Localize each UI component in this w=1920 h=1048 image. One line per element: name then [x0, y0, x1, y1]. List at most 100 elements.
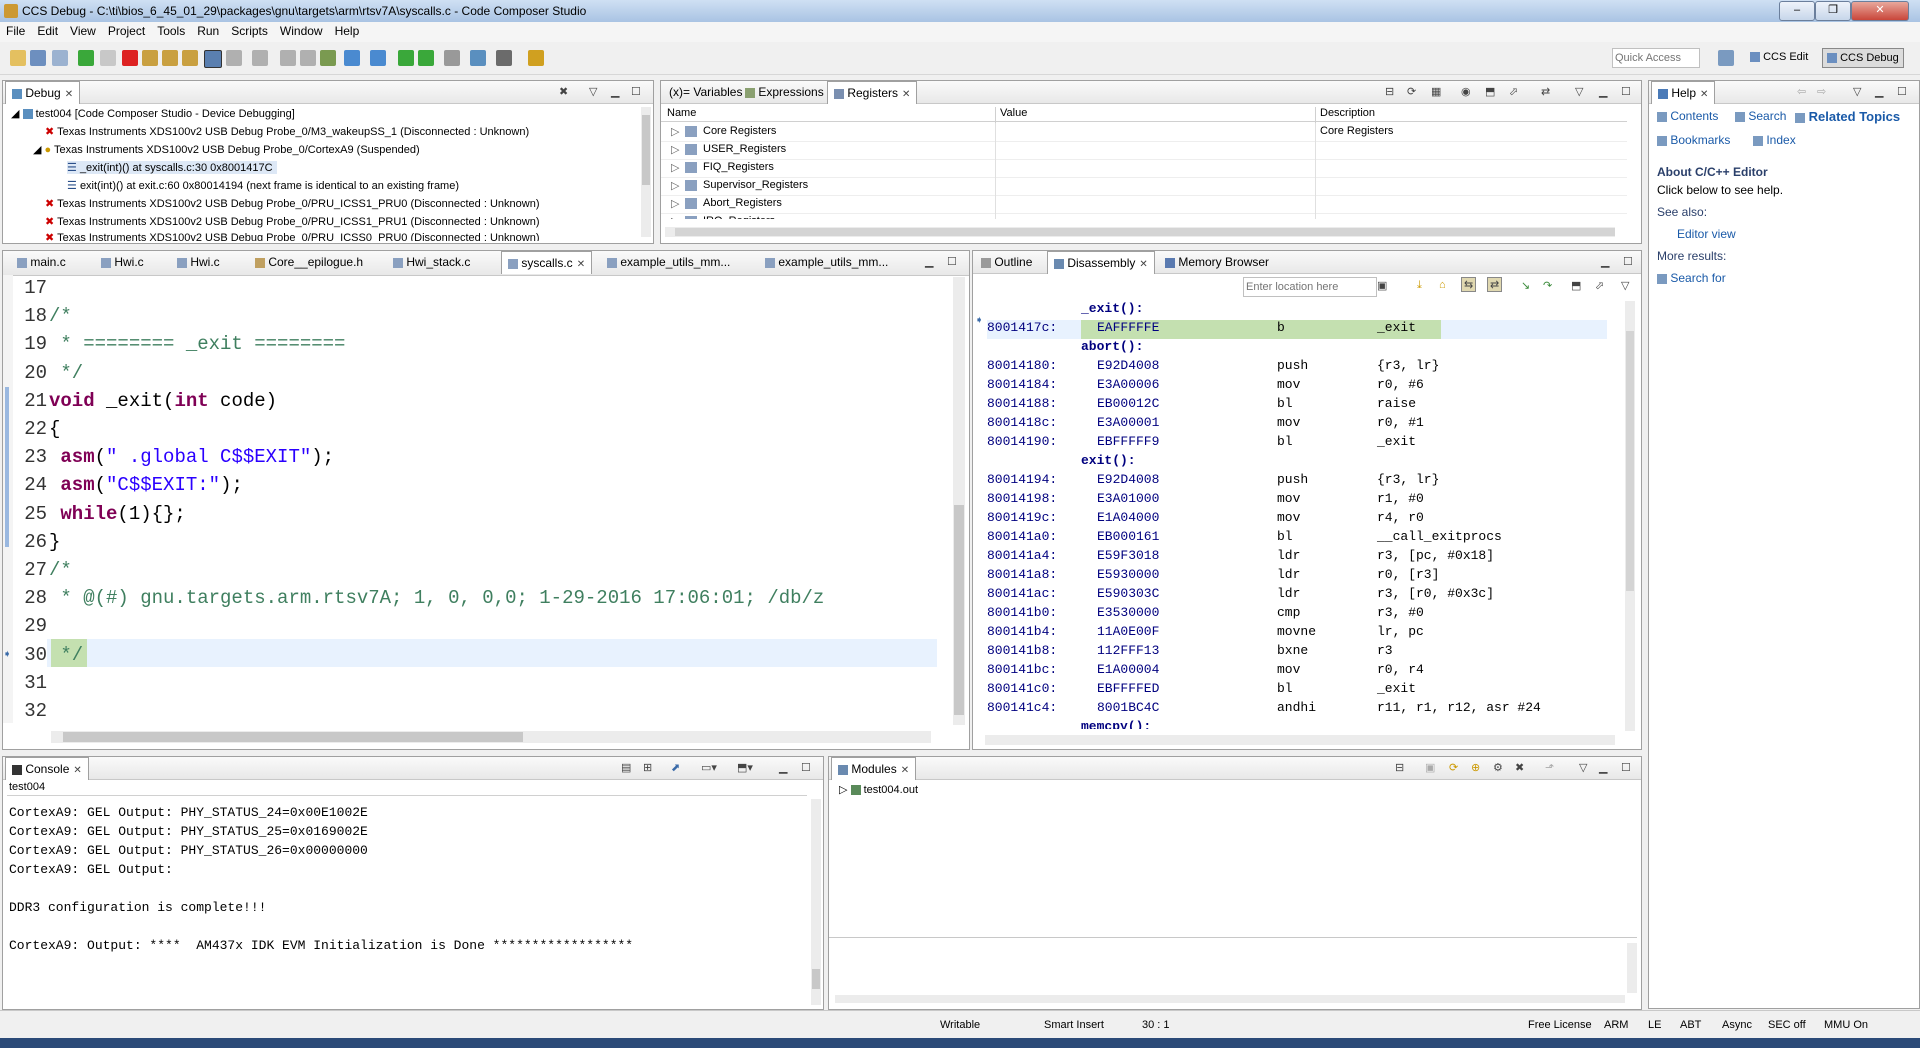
maximize-icon[interactable]: ☐: [631, 85, 641, 98]
register-value[interactable]: [995, 159, 1000, 177]
tab-variables[interactable]: (x)= Variables: [663, 81, 748, 103]
pin-icon[interactable]: ⬒: [1485, 85, 1495, 98]
refresh-icon[interactable]: ⟳: [1449, 761, 1458, 774]
console-scrollbar[interactable]: [811, 799, 821, 1005]
reset-icon[interactable]: [226, 50, 242, 66]
save-icon[interactable]: [30, 50, 46, 66]
resume-icon[interactable]: [78, 50, 94, 66]
scroll-thumb[interactable]: [812, 969, 820, 989]
tree-row[interactable]: ✖ Texas Instruments XDS100v2 USB Debug P…: [45, 231, 539, 241]
code-line[interactable]: 19 * ======== _exit ========: [13, 333, 345, 356]
console-output[interactable]: CortexA9: GEL Output: PHY_STATUS_24=0x00…: [3, 799, 803, 999]
menu-edit[interactable]: Edit: [31, 22, 64, 40]
step-over-icon[interactable]: [162, 50, 178, 66]
step-into-icon[interactable]: ↘: [1521, 279, 1530, 292]
tab-core-epilogue-h[interactable]: Core__epilogue.h: [249, 251, 369, 273]
suspend-icon[interactable]: [100, 50, 116, 66]
disasm-instruction[interactable]: 80014190: EBFFFFF9 bl _exit: [987, 434, 1607, 453]
maximize-icon[interactable]: ☐: [1621, 761, 1631, 774]
menu-tools[interactable]: Tools: [151, 22, 191, 40]
help-index-link[interactable]: Index: [1753, 133, 1796, 147]
register-value[interactable]: [995, 177, 1000, 195]
menu-help[interactable]: Help: [329, 22, 366, 40]
tree-row[interactable]: ✖ Texas Instruments XDS100v2 USB Debug P…: [45, 197, 539, 210]
format-icon[interactable]: ▦: [1431, 85, 1441, 98]
code-line[interactable]: 28 * @(#) gnu.targets.arm.rtsv7A; 1, 0, …: [13, 587, 824, 610]
scroll-lock-icon[interactable]: ⊞: [643, 761, 652, 774]
help-search-link[interactable]: Search: [1735, 109, 1786, 123]
view-menu-icon[interactable]: ▽: [1853, 85, 1861, 98]
editor-h-scrollbar[interactable]: [51, 731, 931, 743]
view-menu-icon[interactable]: ▽: [1579, 761, 1587, 774]
perspective-ccs-edit[interactable]: CCS Edit: [1746, 48, 1812, 66]
view-menu-icon[interactable]: ▽: [1621, 279, 1629, 292]
disasm-function-label[interactable]: _exit():: [987, 301, 1607, 320]
view-menu-icon[interactable]: ▽: [589, 85, 597, 98]
disasm-instruction[interactable]: 800141b0: E3530000 cmp r3, #0: [987, 605, 1607, 624]
disasm-current-instruction[interactable]: 8001417c: EAFFFFFE b _exit: [987, 320, 1607, 339]
tab-main-c[interactable]: main.c: [11, 251, 72, 273]
disasm-instruction[interactable]: 800141ac: E590303C ldr r3, [r0, #0x3c]: [987, 586, 1607, 605]
disasm-instruction[interactable]: 800141c0: EBFFFFED bl _exit: [987, 681, 1607, 700]
minimize-icon[interactable]: ▁: [1601, 255, 1609, 268]
column-description[interactable]: Description: [1315, 107, 1375, 123]
history-icon[interactable]: ▣: [1377, 279, 1387, 292]
help-search-for-link[interactable]: Search for: [1657, 271, 1726, 285]
collapse-all-icon[interactable]: ⊟: [1385, 85, 1394, 98]
step-into-asm-icon[interactable]: [398, 50, 414, 66]
disasm-instruction[interactable]: 80014184: E3A00006 mov r0, #6: [987, 377, 1607, 396]
column-name[interactable]: Name: [667, 107, 696, 119]
disasm-h-scrollbar[interactable]: [985, 735, 1615, 745]
terminate-icon[interactable]: [122, 50, 138, 66]
disasm-instruction[interactable]: 800141a8: E5930000 ldr r0, [r3]: [987, 567, 1607, 586]
tab-console[interactable]: Console ✕: [5, 757, 89, 780]
scroll-thumb[interactable]: [642, 115, 650, 185]
disasm-instruction[interactable]: 80014180: E92D4008 push {r3, lr}: [987, 358, 1607, 377]
minimize-icon[interactable]: ▁: [1875, 85, 1883, 98]
register-value[interactable]: [995, 195, 1000, 213]
add-icon[interactable]: ⊕: [1471, 761, 1480, 774]
scroll-thumb[interactable]: [63, 732, 523, 742]
maximize-icon[interactable]: ☐: [1897, 85, 1907, 98]
settings-icon[interactable]: ⚙: [1493, 761, 1503, 774]
minimize-icon[interactable]: ▁: [925, 255, 933, 268]
menu-view[interactable]: View: [64, 22, 102, 40]
refresh-icon[interactable]: ⟳: [1407, 85, 1416, 98]
code-line[interactable]: 17: [13, 277, 49, 300]
menu-run[interactable]: Run: [191, 22, 225, 40]
help-contents-link[interactable]: Contents: [1657, 109, 1718, 123]
collapse-icon[interactable]: ⊟: [1395, 761, 1404, 774]
help-related-topics-link[interactable]: Related Topics: [1795, 109, 1900, 124]
stack-frame[interactable]: ☰ exit(int)() at exit.c:60 0x80014194 (n…: [67, 179, 459, 192]
code-line[interactable]: 18/*: [13, 305, 72, 328]
code-line[interactable]: 20 */: [13, 362, 83, 385]
pin-icon[interactable]: [444, 50, 460, 66]
settings-icon[interactable]: [496, 50, 512, 66]
tree-row[interactable]: ◢ test004 [Code Composer Studio - Device…: [11, 107, 295, 120]
editor-v-scrollbar[interactable]: [953, 277, 965, 725]
new-view-icon[interactable]: ⬀: [1509, 85, 1518, 98]
tab-expressions[interactable]: Expressions: [739, 81, 830, 103]
disasm-instruction[interactable]: 800141bc: E1A00004 mov r0, r4: [987, 662, 1607, 681]
view-menu-icon[interactable]: ▽: [1575, 85, 1583, 98]
disasm-v-scrollbar[interactable]: [1625, 301, 1635, 731]
scrollbar[interactable]: [641, 107, 651, 237]
disasm-function-label[interactable]: abort():: [987, 339, 1607, 358]
load-program-icon[interactable]: [320, 50, 336, 66]
location-input[interactable]: [1243, 277, 1377, 297]
step-over-asm-icon[interactable]: [418, 50, 434, 66]
save-all-icon[interactable]: [52, 50, 68, 66]
clear-console-icon[interactable]: ▤: [621, 761, 631, 774]
register-value[interactable]: [995, 213, 1000, 219]
tab-help[interactable]: Help ✕: [1651, 81, 1716, 104]
disasm-instruction[interactable]: 800141a4: E59F3018 ldr r3, [pc, #0x18]: [987, 548, 1607, 567]
search-icon[interactable]: [470, 50, 486, 66]
forward-icon[interactable]: ⇨: [1817, 85, 1826, 98]
connect-icon[interactable]: [370, 50, 386, 66]
tab-registers[interactable]: Registers ✕: [827, 81, 918, 104]
menu-project[interactable]: Project: [102, 22, 151, 40]
close-icon[interactable]: ✕: [577, 259, 585, 270]
tree-row[interactable]: ◢ ● Texas Instruments XDS100v2 USB Debug…: [33, 143, 420, 156]
menu-scripts[interactable]: Scripts: [225, 22, 274, 40]
menu-file[interactable]: File: [0, 22, 31, 40]
